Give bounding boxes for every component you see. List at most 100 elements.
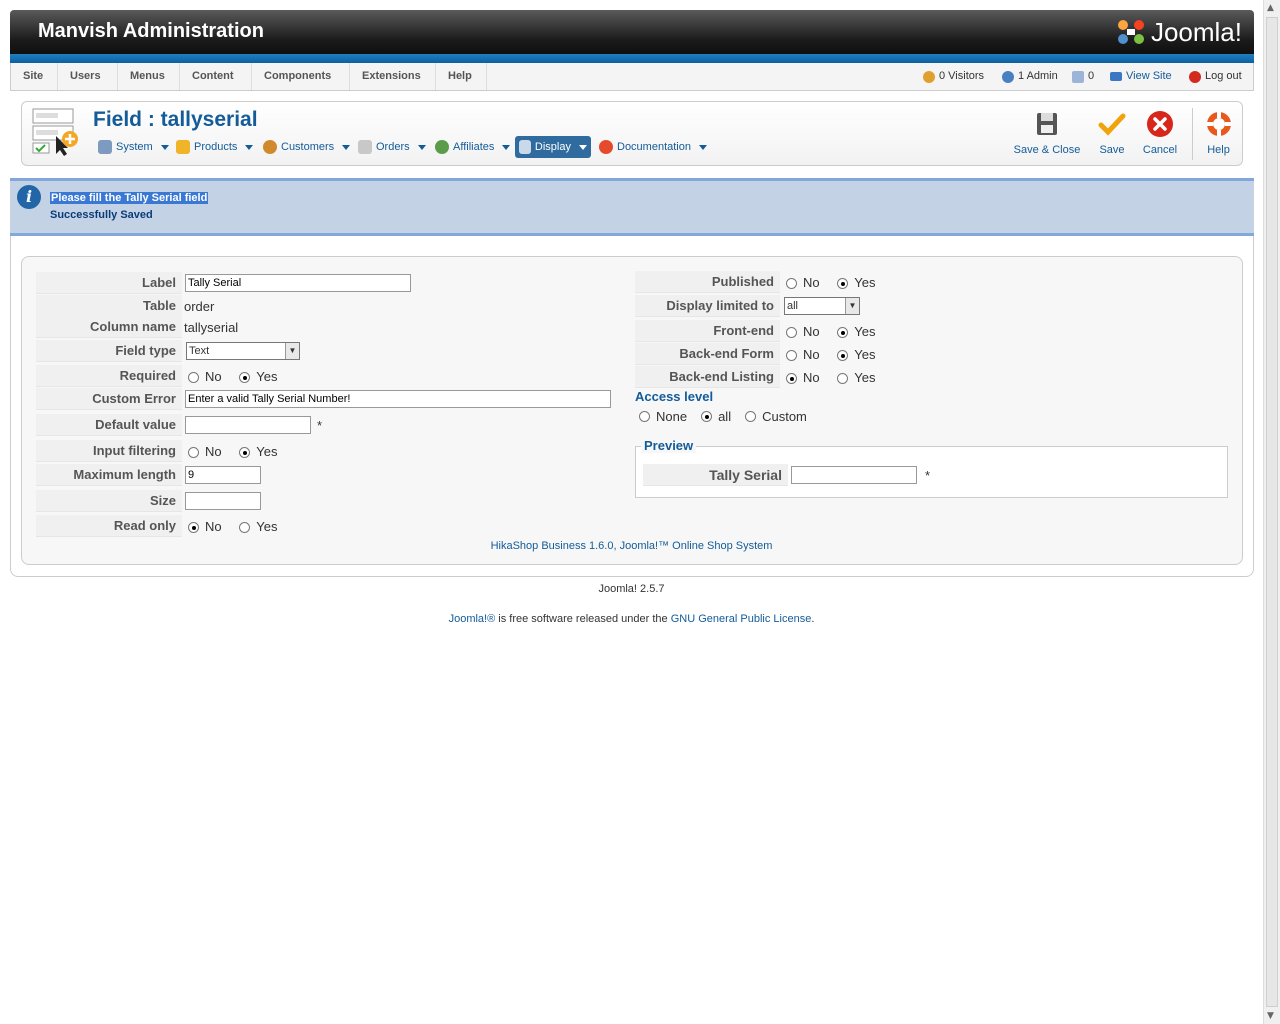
backform-yes-label: Yes: [854, 346, 876, 362]
scroll-up-icon[interactable]: ▲: [1267, 3, 1274, 13]
published-yes-radio[interactable]: [837, 277, 849, 289]
row-access-level: None all Custom: [635, 405, 817, 427]
cancel-label: Cancel: [1142, 144, 1178, 156]
access-all-radio[interactable]: [701, 410, 713, 422]
backform-yes-radio[interactable]: [837, 349, 849, 361]
logout-link[interactable]: Log out: [1189, 63, 1242, 90]
message-success: Successfully Saved: [50, 209, 153, 221]
required-no-radio[interactable]: [188, 371, 199, 383]
wrench-icon: [98, 140, 112, 154]
filtering-no-radio[interactable]: [188, 446, 199, 458]
field-type-caption: Field type: [36, 340, 182, 362]
display-limited-select[interactable]: all ▼: [784, 297, 860, 315]
chevron-down-icon: [417, 144, 426, 150]
chevron-down-icon: [699, 144, 707, 150]
save-button[interactable]: Save: [1095, 110, 1129, 156]
system-message: i Please fill the Tally Serial field Suc…: [10, 178, 1254, 236]
required-caption: Required: [36, 365, 182, 387]
max-length-input[interactable]: 9: [185, 466, 261, 484]
menu-extensions[interactable]: Extensions: [350, 63, 436, 90]
backlist-no-radio[interactable]: [786, 372, 797, 384]
save-close-label: Save & Close: [1013, 144, 1081, 156]
submenu-orders-label: Orders: [376, 141, 410, 153]
chevron-down-icon: [502, 144, 511, 150]
submenu-orders[interactable]: Orders: [354, 136, 430, 158]
published-caption: Published: [635, 271, 780, 293]
custom-error-input[interactable]: Enter a valid Tally Serial Number!: [185, 390, 611, 408]
required-yes-radio[interactable]: [239, 371, 251, 383]
submenu-system[interactable]: System: [94, 136, 173, 158]
access-custom-radio[interactable]: [745, 410, 757, 422]
submenu-documentation-label: Documentation: [617, 141, 691, 153]
joomla-version: Joomla! 2.5.7: [598, 583, 665, 595]
scrollbar-thumb[interactable]: [1266, 17, 1278, 1007]
joomla-logo-icon: [1117, 20, 1144, 44]
customers-icon: [263, 140, 277, 154]
readonly-yes-label: Yes: [256, 518, 278, 534]
label-input[interactable]: Tally Serial: [185, 274, 411, 292]
site-title: Manvish Administration: [38, 20, 264, 42]
input-filtering-caption: Input filtering: [36, 440, 182, 462]
size-input[interactable]: [185, 492, 261, 510]
preview-field-input[interactable]: [791, 466, 917, 484]
mail-icon: [1072, 70, 1084, 83]
chevron-down-icon: [160, 144, 169, 150]
visitors-status: 0 Visitors: [923, 63, 984, 90]
gpl-link[interactable]: GNU General Public License: [671, 613, 812, 625]
row-label: Label Tally Serial: [36, 272, 411, 294]
published-no-label: No: [803, 274, 820, 290]
row-backend-listing: Back-end Listing No Yes: [635, 366, 885, 388]
access-custom-label: Custom: [762, 408, 807, 424]
orders-icon: [358, 140, 372, 154]
license-period: .: [811, 613, 815, 625]
readonly-yes-radio[interactable]: [239, 521, 251, 533]
column-name-value: tallyserial: [184, 319, 239, 335]
size-caption: Size: [36, 490, 182, 512]
required-star: *: [317, 417, 323, 433]
menu-site[interactable]: Site: [11, 63, 58, 90]
menu-users[interactable]: Users: [58, 63, 118, 90]
submenu-affiliates-label: Affiliates: [453, 141, 495, 153]
submenu-products[interactable]: Products: [172, 136, 257, 158]
default-value-input[interactable]: [185, 416, 311, 434]
messages-status[interactable]: 0: [1072, 63, 1094, 90]
menu-components[interactable]: Components: [252, 63, 350, 90]
field-add-icon: [32, 108, 78, 156]
backlist-yes-label: Yes: [854, 369, 876, 385]
label-caption: Label: [36, 272, 182, 294]
submenu-documentation[interactable]: Documentation: [595, 136, 711, 158]
submenu-customers[interactable]: Customers: [259, 136, 354, 158]
view-site-link[interactable]: View Site: [1110, 63, 1172, 90]
frontend-no-radio[interactable]: [786, 326, 797, 338]
frontend-yes-radio[interactable]: [837, 326, 849, 338]
backform-no-radio[interactable]: [786, 349, 797, 361]
filtering-yes-radio[interactable]: [239, 446, 251, 458]
scroll-down-icon[interactable]: ▼: [1267, 1011, 1274, 1021]
vertical-scrollbar[interactable]: ▲ ▼: [1263, 0, 1280, 1024]
row-read-only: Read only No Yes: [36, 515, 287, 537]
access-all-label: all: [718, 408, 732, 424]
submenu-display[interactable]: Display: [515, 136, 591, 158]
published-no-radio[interactable]: [786, 277, 797, 289]
save-close-button[interactable]: Save & Close: [1012, 110, 1082, 156]
backlist-yes-radio[interactable]: [837, 372, 849, 384]
box-icon: [176, 140, 190, 154]
field-type-select[interactable]: Text ▼: [186, 342, 300, 360]
preview-field-caption: Tally Serial: [643, 464, 788, 486]
cancel-button[interactable]: Cancel: [1140, 110, 1180, 156]
menu-content[interactable]: Content: [180, 63, 252, 90]
hikashop-footer-link[interactable]: HikaShop Business 1.6.0, Joomla!™ Online…: [0, 540, 1263, 552]
access-none-radio[interactable]: [639, 410, 650, 422]
readonly-no-radio[interactable]: [188, 521, 199, 533]
backform-no-label: No: [803, 346, 820, 362]
license-note: Joomla!® is free software released under…: [0, 613, 1263, 625]
row-required: Required No Yes: [36, 365, 287, 387]
dropdown-arrow-icon: ▼: [845, 298, 859, 314]
check-icon: [1098, 113, 1126, 136]
submenu-affiliates[interactable]: Affiliates: [431, 136, 514, 158]
menu-menus[interactable]: Menus: [118, 63, 180, 90]
menu-help[interactable]: Help: [436, 63, 487, 90]
help-button[interactable]: Help: [1202, 110, 1235, 156]
row-column-name: Column name tallyserial: [36, 316, 238, 338]
joomla-link[interactable]: Joomla!®: [449, 613, 496, 625]
